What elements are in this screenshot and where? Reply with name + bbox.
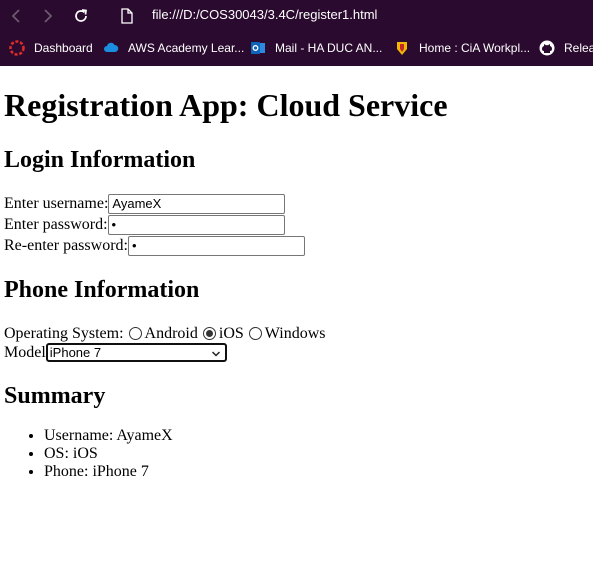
bookmark-label: AWS Academy Lear... xyxy=(128,41,245,55)
bookmark-label: Dashboard xyxy=(34,41,93,55)
dashboard-icon xyxy=(9,40,25,56)
chevron-down-icon xyxy=(211,347,221,357)
cloud-icon xyxy=(103,40,119,56)
android-radio[interactable] xyxy=(128,327,142,340)
bookmark-label: Mail - HA DUC AN... xyxy=(275,41,383,55)
reenter-password-label: Re-enter password: xyxy=(4,237,128,254)
summary-phone: Phone: iPhone 7 xyxy=(44,463,173,481)
os-row: Operating System: Android iOS Windows xyxy=(4,323,325,344)
bookmark-aws-academy[interactable]: AWS Academy Lear... xyxy=(103,40,244,56)
outlook-icon xyxy=(250,40,266,56)
cia-icon xyxy=(394,40,410,56)
reenter-password-row: Re-enter password: xyxy=(4,235,305,256)
ios-label: iOS xyxy=(218,325,244,342)
page-title: Registration App: Cloud Service xyxy=(4,87,448,123)
password-row: Enter password: xyxy=(4,214,285,235)
windows-label: Windows xyxy=(264,325,326,342)
bookmarks-bar: Dashboard AWS Academy Lear... Mail - HA … xyxy=(0,36,593,60)
browser-chrome: file:///D:/COS30043/3.4C/register1.html … xyxy=(0,0,593,66)
github-icon xyxy=(539,40,555,56)
summary-os: OS: iOS xyxy=(44,445,173,463)
model-label: Model xyxy=(4,344,46,361)
password-input[interactable] xyxy=(107,214,285,235)
username-input[interactable] xyxy=(108,193,286,214)
android-label: Android xyxy=(144,325,198,342)
bookmark-dashboard[interactable]: Dashboard xyxy=(9,40,93,56)
bookmark-mail[interactable]: Mail - HA DUC AN... xyxy=(250,40,382,56)
username-row: Enter username: xyxy=(4,193,286,214)
bookmark-label: Relea xyxy=(564,41,593,55)
summary-heading: Summary xyxy=(4,383,106,409)
os-label: Operating System: xyxy=(4,325,124,342)
summary-list: Username: AyameX OS: iOS Phone: iPhone 7 xyxy=(4,427,173,481)
model-select[interactable]: iPhone 7 xyxy=(45,343,227,362)
back-icon[interactable] xyxy=(8,7,26,25)
model-selected-value: iPhone 7 xyxy=(49,345,102,360)
bookmark-github[interactable]: Relea xyxy=(539,40,593,56)
phone-heading: Phone Information xyxy=(4,277,200,303)
password-label: Enter password: xyxy=(4,216,108,233)
bookmark-label: Home : CiA Workpl... xyxy=(419,41,531,55)
login-heading: Login Information xyxy=(4,147,196,173)
username-label: Enter username: xyxy=(4,195,109,212)
reenter-password-input[interactable] xyxy=(127,235,305,256)
file-icon xyxy=(120,8,134,24)
model-row: Model iPhone 7 xyxy=(4,342,227,363)
bookmark-cia-workplace[interactable]: Home : CiA Workpl... xyxy=(394,40,530,56)
navigation-bar: file:///D:/COS30043/3.4C/register1.html xyxy=(0,0,593,32)
summary-username: Username: AyameX xyxy=(44,427,173,445)
ios-radio[interactable] xyxy=(202,327,216,340)
forward-icon[interactable] xyxy=(38,7,56,25)
reload-icon[interactable] xyxy=(72,7,90,25)
address-bar[interactable]: file:///D:/COS30043/3.4C/register1.html xyxy=(152,7,377,22)
windows-radio[interactable] xyxy=(248,327,262,340)
